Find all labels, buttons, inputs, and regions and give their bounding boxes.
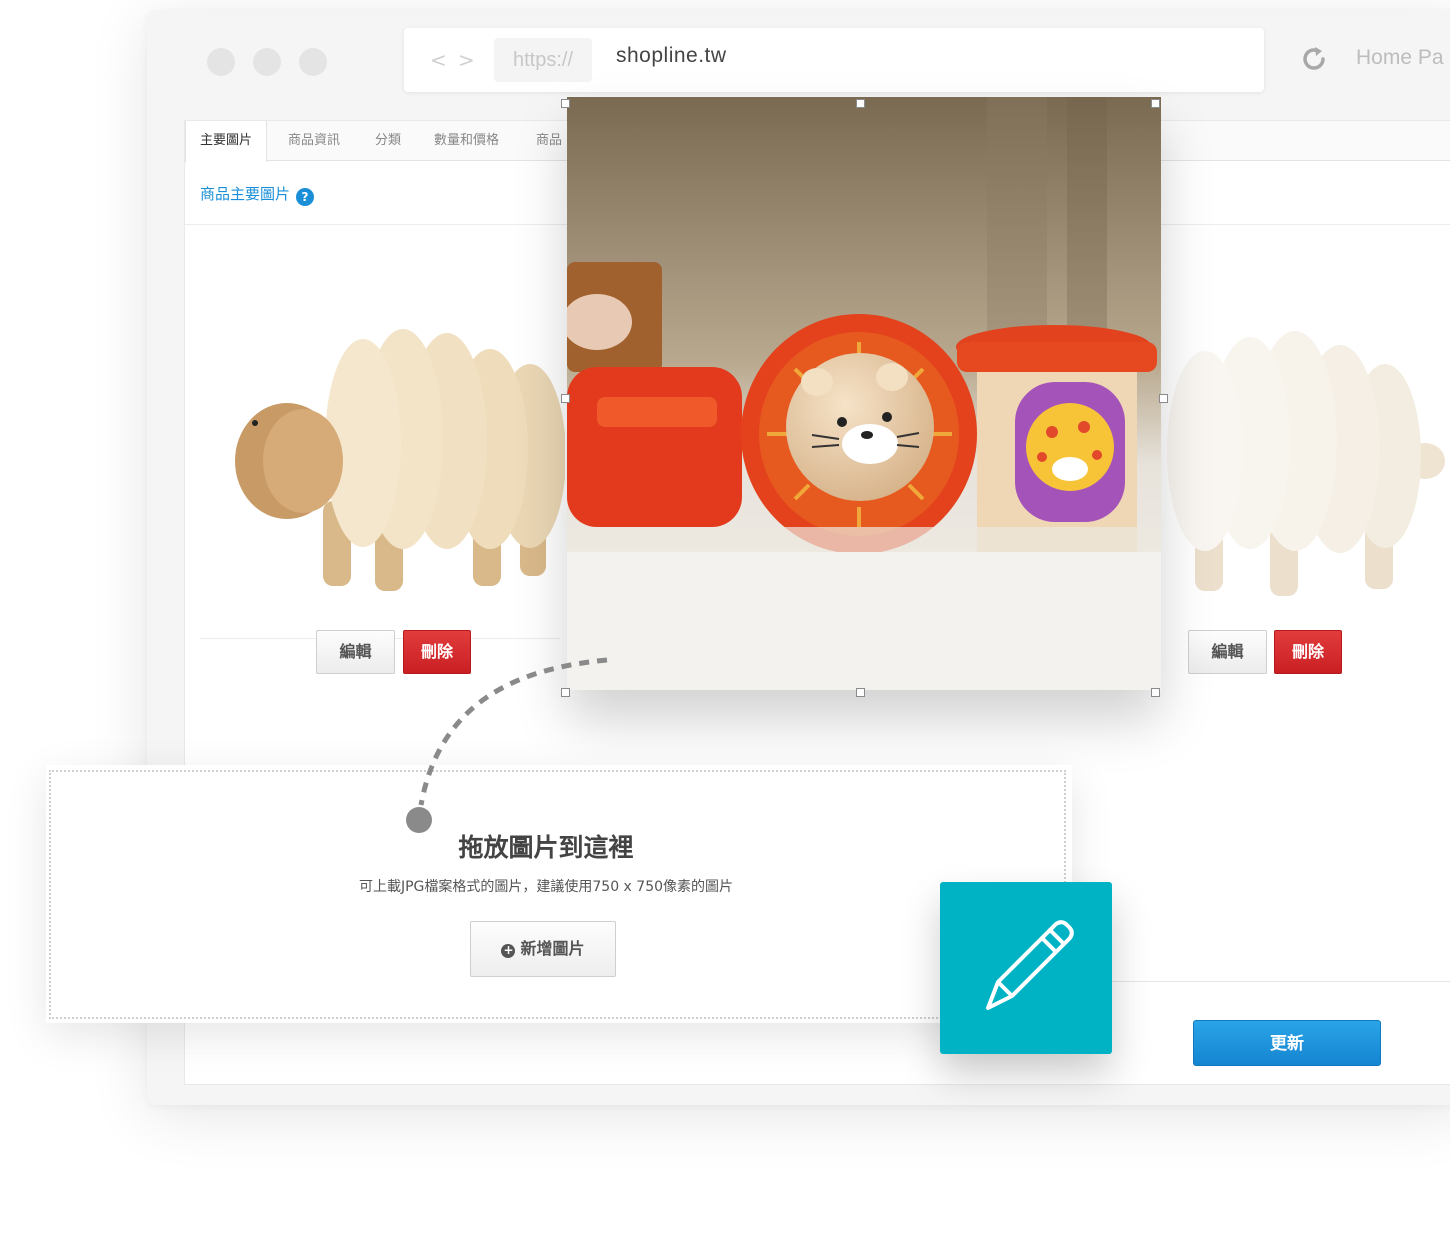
resize-handle[interactable] <box>561 394 570 403</box>
dragged-photo[interactable] <box>567 97 1161 690</box>
product-image-sheep-1[interactable] <box>225 311 565 601</box>
tab-category[interactable]: 分類 <box>375 121 401 161</box>
help-icon[interactable]: ? <box>296 188 315 206</box>
product-image-sheep-2[interactable] <box>1135 311 1445 601</box>
address-bar[interactable]: < > https:// shopline.tw <box>404 28 1264 92</box>
tab-quantity-price[interactable]: 數量和價格 <box>434 121 499 161</box>
tab-product-info[interactable]: 商品資訊 <box>288 121 340 161</box>
resize-handle[interactable] <box>856 688 865 697</box>
edit-tool-tile[interactable] <box>940 882 1112 1054</box>
update-button[interactable]: 更新 <box>1193 1020 1381 1066</box>
delete-button[interactable]: 刪除 <box>1274 630 1342 674</box>
section-title-text: 商品主要圖片 <box>200 185 291 203</box>
image-dropzone[interactable]: 拖放圖片到這裡 可上載JPG檔案格式的圖片，建議使用750 x 750像素的圖片… <box>46 765 1072 1023</box>
pencil-icon <box>986 920 1074 1010</box>
resize-handle[interactable] <box>1151 688 1160 697</box>
tab-product-more[interactable]: 商品 <box>536 121 562 161</box>
edit-button[interactable]: 編輯 <box>1188 630 1267 674</box>
home-page-link[interactable]: Home Pa <box>1356 46 1444 70</box>
resize-handle[interactable] <box>1159 394 1168 403</box>
tab-main-images[interactable]: 主要圖片 <box>185 121 268 162</box>
back-icon[interactable]: < <box>430 48 447 72</box>
dropzone-title: 拖放圖片到這裡 <box>458 833 634 862</box>
edit-button[interactable]: 編輯 <box>316 630 395 674</box>
section-title: 商品主要圖片? <box>200 183 315 206</box>
resize-handle[interactable] <box>1151 99 1160 108</box>
window-minimize-dot[interactable] <box>253 48 281 76</box>
dropzone-hint: 可上載JPG檔案格式的圖片，建議使用750 x 750像素的圖片 <box>358 879 734 895</box>
url-protocol: https:// <box>494 38 592 82</box>
resize-handle[interactable] <box>856 99 865 108</box>
refresh-icon[interactable] <box>1299 44 1329 74</box>
delete-button[interactable]: 刪除 <box>403 630 471 674</box>
url-domain[interactable]: shopline.tw <box>616 44 727 68</box>
window-maximize-dot[interactable] <box>299 48 327 76</box>
forward-icon[interactable]: > <box>458 48 475 72</box>
resize-handle[interactable] <box>561 688 570 697</box>
resize-handle[interactable] <box>561 99 570 108</box>
plus-circle-icon: + <box>501 943 516 958</box>
add-image-label: 新增圖片 <box>520 939 585 958</box>
window-close-dot[interactable] <box>207 48 235 76</box>
add-image-button[interactable]: + 新增圖片 <box>470 921 616 977</box>
